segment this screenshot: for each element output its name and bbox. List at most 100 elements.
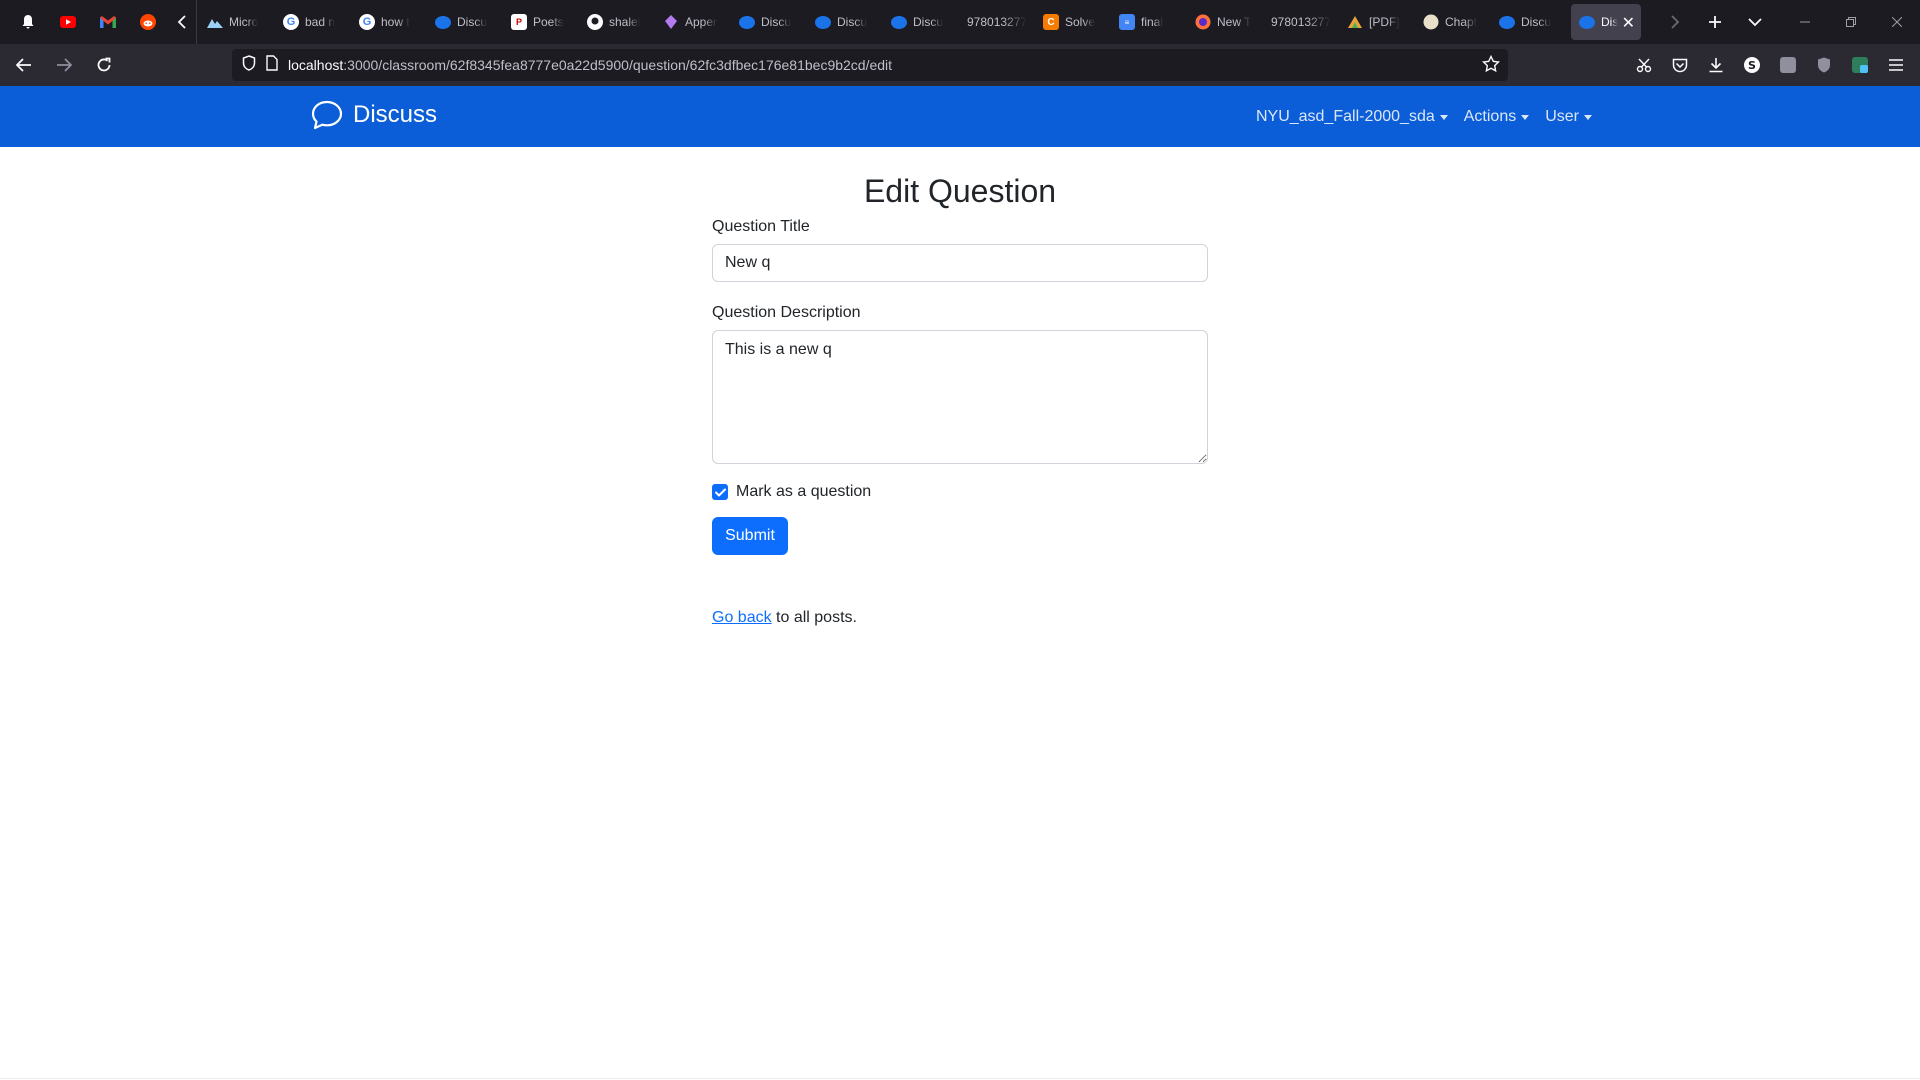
shield-icon[interactable] <box>242 54 256 76</box>
browser-toolbar: localhost:3000/classroom/62f8345fea8777e… <box>0 44 1920 86</box>
new-tab-button[interactable] <box>1695 4 1735 40</box>
actions-dropdown-label: Actions <box>1463 107 1517 125</box>
mark-as-question-checkbox[interactable] <box>712 484 728 501</box>
app-navbar: Discuss NYU_asd_Fall-2000_sda Actions Us… <box>0 86 1920 147</box>
caret-down-icon <box>1584 114 1592 120</box>
back-line-suffix: to all posts. <box>771 609 857 627</box>
question-title-label: Question Title <box>712 218 810 236</box>
gmail-icon <box>100 16 116 28</box>
discuss-icon <box>435 15 451 29</box>
tab-active[interactable]: Dis ✕ <box>1571 4 1641 40</box>
downloads-button[interactable] <box>1698 49 1734 81</box>
page-bottom-border <box>0 1078 1920 1079</box>
tab-9[interactable]: Discu <box>883 4 959 40</box>
url-text[interactable]: localhost:3000/classroom/62f8345fea8777e… <box>288 57 892 73</box>
minimize-button[interactable] <box>1782 0 1828 44</box>
tab-scroll-left-button[interactable] <box>168 4 196 40</box>
tab-13[interactable]: New T <box>1187 4 1263 40</box>
translate-icon <box>1852 57 1868 73</box>
tab-label: Discu <box>1521 15 1552 29</box>
reload-icon <box>97 57 111 72</box>
address-bar[interactable]: localhost:3000/classroom/62f8345fea8777e… <box>232 49 1508 81</box>
tab-label: Solve <box>1065 15 1096 29</box>
svg-text:S: S <box>1748 59 1756 72</box>
tab-label: Chapt <box>1445 15 1478 29</box>
app-menu-button[interactable] <box>1878 49 1914 81</box>
tab-7[interactable]: Discu <box>731 4 807 40</box>
tab-14[interactable]: 978013277 <box>1263 4 1339 40</box>
hamburger-menu-icon <box>1889 59 1903 71</box>
chapter-icon <box>1423 14 1439 30</box>
tab-5[interactable]: shalel <box>579 4 655 40</box>
scissors-icon <box>1636 58 1652 73</box>
tab-1[interactable]: Gbad n <box>275 4 351 40</box>
docs-icon: ≡ <box>1119 14 1135 30</box>
tab-11[interactable]: C Solve <box>1035 4 1111 40</box>
page-info-icon[interactable] <box>266 54 278 76</box>
apper-icon <box>663 14 679 30</box>
chevron-down-icon <box>1748 18 1762 27</box>
mark-as-question-label[interactable]: Mark as a question <box>736 483 871 501</box>
tab-15[interactable]: [PDF] <box>1339 4 1415 40</box>
close-icon <box>1892 17 1902 27</box>
pdf-icon <box>1347 14 1363 30</box>
chat-bubble-icon <box>311 100 343 130</box>
arrow-left-icon <box>16 58 31 72</box>
page-title: Edit Question <box>863 173 1057 209</box>
tab-10[interactable]: 978013277 <box>959 4 1035 40</box>
url-host: localhost <box>288 57 344 73</box>
tab-16[interactable]: Chapt <box>1415 4 1491 40</box>
tab-3[interactable]: Discu <box>427 4 503 40</box>
pocket-icon <box>1672 58 1688 72</box>
reload-button[interactable] <box>86 49 122 81</box>
pinned-tab-reddit[interactable] <box>128 4 168 40</box>
extension-s-button[interactable]: S <box>1734 49 1770 81</box>
tab-label: Discu <box>457 15 488 29</box>
star-icon[interactable] <box>1481 54 1501 78</box>
extension-grey-button[interactable] <box>1770 49 1806 81</box>
discuss-icon <box>1579 15 1595 29</box>
tab-label: bad n <box>305 15 336 29</box>
question-title-input[interactable] <box>712 244 1208 283</box>
url-path: :3000/classroom/62f8345fea8777e0a22d5900… <box>343 57 893 73</box>
tab-4[interactable]: P Poets <box>503 4 579 40</box>
tab-0[interactable]: Micro <box>199 4 275 40</box>
classroom-dropdown[interactable]: NYU_asd_Fall-2000_sda <box>1248 100 1456 134</box>
poets-icon: P <box>511 14 527 30</box>
tab-label: how t <box>381 15 410 29</box>
ublock-button[interactable] <box>1806 49 1842 81</box>
close-window-button[interactable] <box>1874 0 1920 44</box>
tab-12[interactable]: ≡ final <box>1111 4 1187 40</box>
tab-6[interactable]: Apper <box>655 4 731 40</box>
tab-label: shalel <box>609 15 641 29</box>
user-dropdown[interactable]: User <box>1537 100 1600 134</box>
chegg-icon: C <box>1043 14 1059 30</box>
close-icon[interactable]: ✕ <box>1622 13 1635 33</box>
pinned-tab-notifications[interactable] <box>8 4 48 40</box>
pinned-tab-youtube[interactable] <box>48 4 88 40</box>
pinned-tab-gmail[interactable] <box>88 4 128 40</box>
back-button[interactable] <box>6 49 42 81</box>
forward-button[interactable] <box>46 49 82 81</box>
restore-button[interactable] <box>1828 0 1874 44</box>
list-all-tabs-button[interactable] <box>1735 4 1775 40</box>
question-description-textarea[interactable]: This is a new q <box>712 330 1208 465</box>
tab-8[interactable]: Discu <box>807 4 883 40</box>
tab-17[interactable]: Discu <box>1491 4 1567 40</box>
submit-button[interactable]: Submit <box>712 517 788 556</box>
tab-2[interactable]: Ghow t <box>351 4 427 40</box>
pocket-button[interactable] <box>1662 49 1698 81</box>
google-icon: G <box>359 14 375 30</box>
screenshot-button[interactable] <box>1626 49 1662 81</box>
brand-link[interactable]: Discuss <box>311 100 437 130</box>
actions-dropdown[interactable]: Actions <box>1456 100 1537 134</box>
tab-label: Dis <box>1601 15 1619 29</box>
extension-icon <box>1780 57 1796 73</box>
tab-label: 978013277 <box>967 15 1027 29</box>
back-line: Go back to all posts. <box>712 609 1208 627</box>
go-back-link[interactable]: Go back <box>712 609 772 626</box>
translate-extension-button[interactable] <box>1842 49 1878 81</box>
tab-scroll-right-button[interactable] <box>1655 4 1695 40</box>
download-icon <box>1709 58 1723 73</box>
browser-tab-strip: Micro Gbad n Ghow t Discu P Poets shalel Apper D… <box>0 0 1920 44</box>
